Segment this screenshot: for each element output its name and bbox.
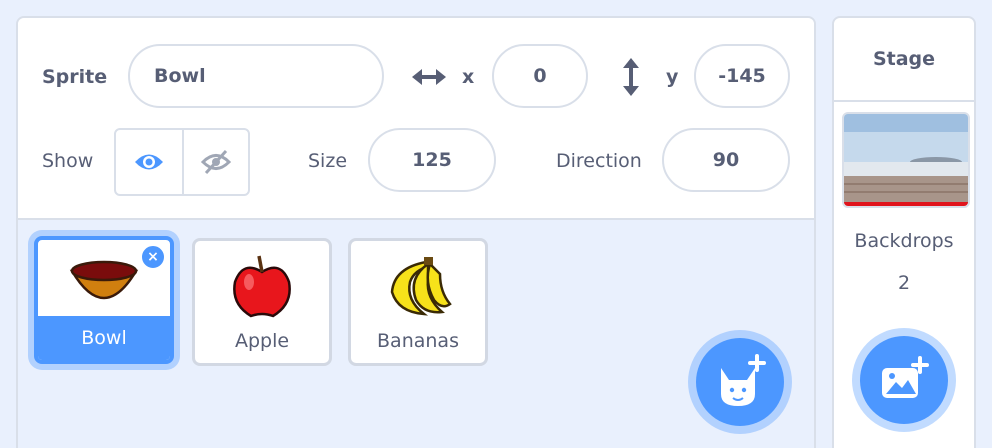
sprite-tile-bowl[interactable]: Bowl × [34, 236, 174, 364]
y-label: y [666, 66, 679, 88]
backdrops-label: Backdrops [854, 230, 954, 252]
show-toggle-group [114, 128, 250, 196]
sprite-tile-bananas[interactable]: Bananas [348, 238, 488, 366]
y-position-input[interactable]: -145 [694, 44, 790, 108]
bowl-image [69, 260, 139, 300]
sprite-label: Sprite [42, 66, 108, 88]
direction-label: Direction [556, 150, 642, 172]
direction-input[interactable]: 90 [662, 128, 790, 192]
choose-backdrop-button[interactable] [852, 328, 956, 432]
show-sprite-button[interactable] [116, 130, 182, 194]
sprite-pane: Sprite Bowl x 0 y -145 Show Size 125 Dir… [16, 16, 816, 448]
eye-icon [135, 154, 163, 170]
show-label: Show [42, 150, 94, 172]
choose-sprite-button[interactable] [688, 330, 792, 434]
stage-title: Stage [834, 18, 974, 102]
sprite-tile-apple[interactable]: Apple [192, 238, 332, 366]
sprite-tile-label: Bananas [377, 330, 459, 352]
cat-plus-icon [721, 354, 766, 406]
bananas-image [390, 257, 452, 316]
close-icon: × [147, 249, 159, 265]
sprite-info-panel: Sprite Bowl x 0 y -145 Show Size 125 Dir… [18, 18, 814, 220]
size-input[interactable]: 125 [368, 128, 496, 192]
choose-backdrop-fab [860, 336, 948, 424]
backdrop-image [844, 114, 968, 206]
apple-image [233, 255, 291, 318]
backdrops-count: 2 [897, 272, 911, 294]
sprite-thumbnail [351, 247, 485, 327]
x-label: x [462, 66, 475, 88]
sprite-name-input[interactable]: Bowl [128, 44, 384, 108]
sprite-tile-label: Bowl [38, 316, 170, 360]
delete-sprite-button[interactable]: × [140, 244, 166, 270]
sprite-tile-label: Apple [234, 330, 290, 352]
x-position-input[interactable]: 0 [492, 44, 588, 108]
sprite-thumbnail [195, 247, 329, 327]
stage-pane: Stage Backdrops 2 [832, 16, 976, 448]
image-plus-icon [882, 356, 929, 398]
choose-sprite-fab [696, 338, 784, 426]
horizontal-arrows-icon [412, 69, 446, 85]
hide-sprite-button[interactable] [182, 130, 248, 194]
stage-thumbnail[interactable] [842, 112, 970, 208]
vertical-arrows-icon [623, 58, 639, 96]
size-label: Size [308, 150, 348, 172]
eye-slash-icon [201, 149, 231, 175]
